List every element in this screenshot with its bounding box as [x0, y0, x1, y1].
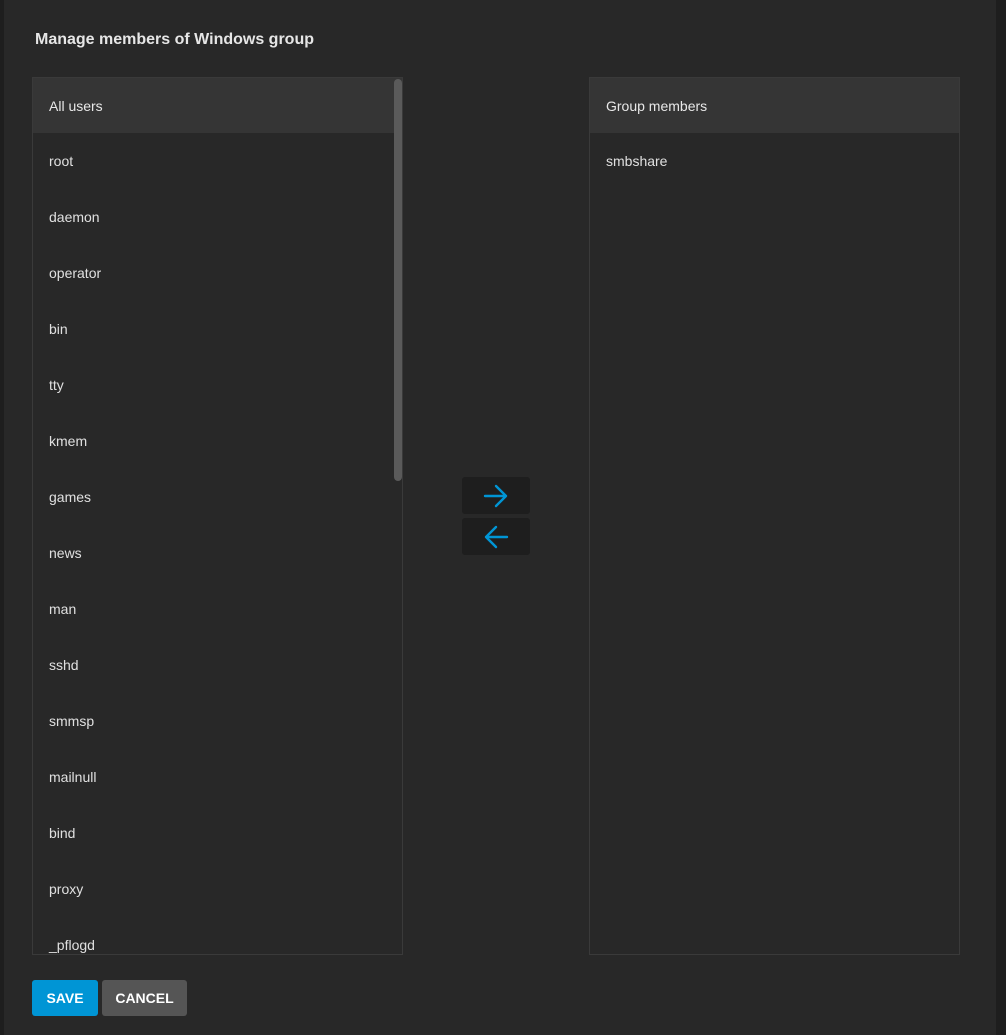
remove-from-group-button[interactable] — [462, 518, 530, 555]
list-item[interactable]: proxy — [33, 861, 402, 917]
list-item[interactable]: tty — [33, 357, 402, 413]
group-members-list[interactable]: Group members smbshare — [589, 77, 960, 955]
all-users-header: All users — [33, 78, 402, 133]
group-members-header: Group members — [590, 78, 959, 133]
all-users-scrollbar[interactable] — [394, 79, 402, 481]
save-button[interactable]: SAVE — [32, 980, 98, 1016]
list-item[interactable]: root — [33, 133, 402, 189]
list-item[interactable]: news — [33, 525, 402, 581]
list-item[interactable]: games — [33, 469, 402, 525]
arrow-left-icon — [484, 525, 509, 548]
arrow-right-icon — [483, 484, 508, 507]
list-item[interactable]: mailnull — [33, 749, 402, 805]
list-item[interactable]: bind — [33, 805, 402, 861]
cancel-button[interactable]: CANCEL — [102, 980, 187, 1016]
list-item[interactable]: _pflogd — [33, 917, 402, 954]
list-item[interactable]: daemon — [33, 189, 402, 245]
list-item[interactable]: smmsp — [33, 693, 402, 749]
list-item[interactable]: bin — [33, 301, 402, 357]
list-item[interactable]: operator — [33, 245, 402, 301]
list-item[interactable]: kmem — [33, 413, 402, 469]
add-to-group-button[interactable] — [462, 477, 530, 514]
list-item[interactable]: smbshare — [590, 133, 959, 189]
all-users-list[interactable]: All users root daemon operator bin tty k… — [32, 77, 403, 955]
list-item[interactable]: man — [33, 581, 402, 637]
dialog-title: Manage members of Windows group — [35, 31, 314, 48]
list-item[interactable]: sshd — [33, 637, 402, 693]
